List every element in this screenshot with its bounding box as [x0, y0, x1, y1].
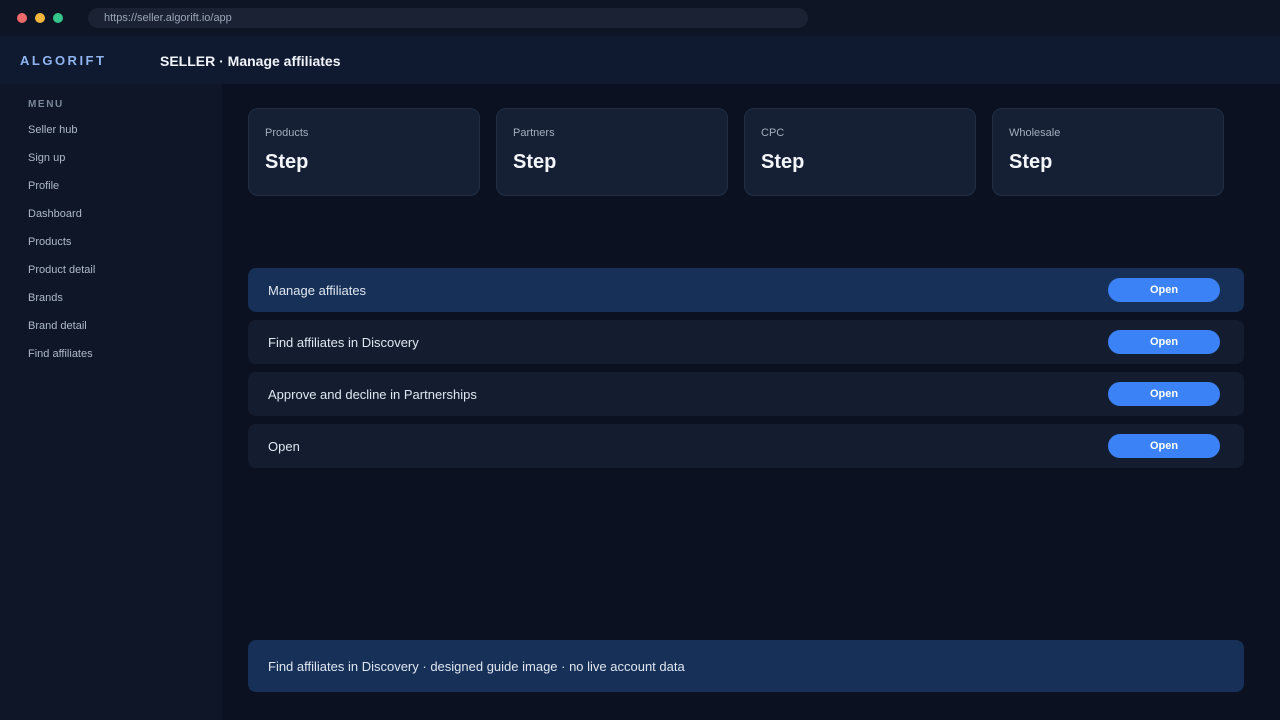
stat-card-cpc[interactable]: CPC Step [744, 108, 976, 196]
stat-card-value: Step [513, 151, 557, 173]
main-content: Products Step Partners Step CPC Step Who… [222, 84, 1280, 720]
sidebar-item-product-detail[interactable]: Product detail [28, 264, 95, 292]
browser-toolbar: https://seller.algorift.io/app [0, 0, 1280, 36]
sidebar-item-brands[interactable]: Brands [28, 292, 95, 320]
app-header: ALGORIFT SELLER · Manage affiliates [0, 36, 1280, 84]
stat-card-label: CPC [761, 127, 785, 139]
stat-card-label: Products [265, 127, 309, 139]
sidebar-item-sign-up[interactable]: Sign up [28, 152, 95, 180]
open-button[interactable]: Open [1108, 278, 1220, 302]
open-button[interactable]: Open [1108, 382, 1220, 406]
task-row-open[interactable]: Open Open [248, 424, 1244, 468]
task-row-manage-affiliates[interactable]: Manage affiliates Open [248, 268, 1244, 312]
task-row-approve-decline[interactable]: Approve and decline in Partnerships Open [248, 372, 1244, 416]
stat-card-value: Step [761, 151, 805, 173]
sidebar-item-find-affiliates[interactable]: Find affiliates [28, 348, 95, 376]
open-button[interactable]: Open [1108, 330, 1220, 354]
stat-card-value: Step [1009, 151, 1053, 173]
task-label: Manage affiliates [268, 283, 367, 298]
page-title: SELLER · Manage affiliates [160, 53, 341, 69]
task-row-find-affiliates[interactable]: Find affiliates in Discovery Open [248, 320, 1244, 364]
minimize-window-icon[interactable] [35, 13, 45, 23]
open-button[interactable]: Open [1108, 434, 1220, 458]
menu-heading: MENU [28, 99, 64, 110]
task-label: Approve and decline in Partnerships [268, 387, 477, 402]
stat-card-wholesale[interactable]: Wholesale Step [992, 108, 1224, 196]
stat-card-label: Wholesale [1009, 127, 1061, 139]
stat-card-partners[interactable]: Partners Step [496, 108, 728, 196]
task-label: Open [268, 439, 300, 454]
task-label: Find affiliates in Discovery [268, 335, 419, 350]
stat-card-products[interactable]: Products Step [248, 108, 480, 196]
sidebar-item-products[interactable]: Products [28, 236, 95, 264]
address-bar[interactable]: https://seller.algorift.io/app [88, 8, 808, 28]
sidebar-menu: Seller hub Sign up Profile Dashboard Pro… [28, 124, 95, 376]
maximize-window-icon[interactable] [53, 13, 63, 23]
brand-logo[interactable]: ALGORIFT [20, 36, 106, 86]
close-window-icon[interactable] [17, 13, 27, 23]
sidebar-item-brand-detail[interactable]: Brand detail [28, 320, 95, 348]
stat-card-value: Step [265, 151, 309, 173]
sidebar-item-dashboard[interactable]: Dashboard [28, 208, 95, 236]
sidebar: MENU Seller hub Sign up Profile Dashboar… [0, 84, 222, 720]
sidebar-item-seller-hub[interactable]: Seller hub [28, 124, 95, 152]
stat-card-label: Partners [513, 127, 555, 139]
sidebar-item-profile[interactable]: Profile [28, 180, 95, 208]
footer-note: Find affiliates in Discovery · designed … [248, 640, 1244, 692]
